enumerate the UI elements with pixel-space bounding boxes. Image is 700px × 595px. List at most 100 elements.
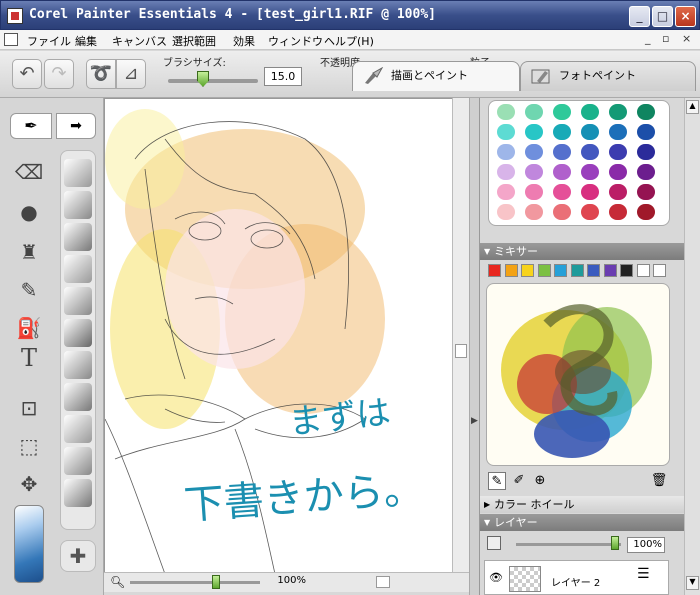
color-swatch-dot[interactable]	[609, 104, 627, 120]
color-swatch-dot[interactable]	[497, 124, 515, 140]
menu-select[interactable]: 選択範囲	[172, 33, 216, 49]
document-icon[interactable]	[4, 33, 18, 46]
collapse-arrow-icon[interactable]: ▶	[471, 416, 478, 426]
brush-size-slider-thumb[interactable]	[197, 71, 209, 87]
color-swatch-dot[interactable]	[609, 164, 627, 180]
layers-panel-header[interactable]: ▼ レイヤー	[480, 514, 684, 531]
layer-opacity-thumb[interactable]	[611, 536, 619, 550]
mixer-mini-swatch[interactable]	[554, 264, 567, 277]
brush-variant-3[interactable]	[64, 223, 92, 251]
eraser-icon[interactable]: ⌫	[14, 158, 44, 186]
color-swatch-dot[interactable]	[637, 184, 655, 200]
color-swatch-dot[interactable]	[609, 124, 627, 140]
brush-variant-4[interactable]	[64, 255, 92, 283]
color-swatch-dot[interactable]	[581, 204, 599, 220]
brush-size-input[interactable]: 15.0	[264, 67, 302, 86]
doc-close-button[interactable]: ×	[682, 32, 691, 45]
minimize-button[interactable]: _	[629, 6, 650, 27]
color-swatch-dot[interactable]	[609, 204, 627, 220]
color-swatch-dot[interactable]	[637, 204, 655, 220]
mixer-mini-swatch[interactable]	[521, 264, 534, 277]
color-swatch-dot[interactable]	[525, 124, 543, 140]
undo-button[interactable]: ↶	[12, 59, 42, 89]
brush-library-toggle[interactable]: ➡	[56, 113, 96, 139]
color-swatch-dot[interactable]	[525, 204, 543, 220]
menu-window[interactable]: ウィンドウ	[268, 33, 323, 49]
move-icon[interactable]: ✥	[14, 470, 44, 498]
canvas-vertical-scrollbar[interactable]	[452, 98, 469, 573]
mixer-mini-swatch[interactable]	[603, 264, 617, 277]
mixer-mini-swatch[interactable]	[620, 264, 633, 277]
brush-variant-2[interactable]	[64, 191, 92, 219]
color-swatch-dot[interactable]	[525, 144, 543, 160]
menu-help[interactable]: ヘルプ(H)	[324, 33, 374, 49]
drawing-canvas[interactable]: まずは 下書きから。	[104, 98, 470, 573]
mixer-mini-swatch[interactable]	[488, 264, 501, 277]
doc-restore-button[interactable]: ▫	[662, 32, 669, 45]
menu-file[interactable]: ファイル	[27, 33, 71, 49]
color-swatch-dot[interactable]	[581, 164, 599, 180]
composite-method-icon[interactable]	[487, 536, 501, 550]
color-swatch-dot[interactable]	[553, 164, 571, 180]
mixer-mini-swatch[interactable]	[504, 264, 518, 277]
hscroll-thumb[interactable]	[376, 576, 390, 588]
color-swatch-dot[interactable]	[525, 184, 543, 200]
tab-draw-and-paint[interactable]: 描画とペイント	[352, 61, 520, 91]
color-swatch-dot[interactable]	[609, 144, 627, 160]
close-button[interactable]: ×	[675, 6, 696, 27]
menu-edit[interactable]: 編集	[75, 33, 97, 49]
current-color-swatch[interactable]	[14, 505, 44, 583]
color-swatch-dot[interactable]	[581, 144, 599, 160]
eye-visibility-icon[interactable]: 👁︎	[489, 571, 503, 584]
color-swatch-dot[interactable]	[609, 184, 627, 200]
color-swatch-dot[interactable]	[553, 124, 571, 140]
freehand-stroke-button[interactable]: ➰	[86, 59, 116, 89]
brush-variant-11[interactable]	[64, 479, 92, 507]
menu-effects[interactable]: 効果	[233, 33, 255, 49]
straight-line-button[interactable]: ⊿	[116, 59, 146, 89]
panel-collapse-bar[interactable]: ▶	[469, 98, 479, 595]
color-swatch-dot[interactable]	[497, 144, 515, 160]
layer-row[interactable]: 👁︎ レイヤー 2 ☰	[484, 560, 669, 595]
layer-opacity-value[interactable]: 100%	[627, 537, 665, 553]
panels-scrollbar[interactable]: ▲ ▼	[684, 98, 700, 595]
brush-variant-8[interactable]	[64, 383, 92, 411]
brush-size-slider[interactable]	[168, 79, 258, 83]
blender-icon[interactable]: ●	[14, 198, 44, 226]
maximize-button[interactable]: □	[652, 6, 673, 27]
menu-canvas[interactable]: キャンバス	[112, 33, 167, 49]
color-swatch-dot[interactable]	[637, 104, 655, 120]
color-swatch-dot[interactable]	[525, 164, 543, 180]
mixer-mini-swatch[interactable]	[587, 264, 600, 277]
trash-icon[interactable]: 🗑︎	[650, 472, 668, 490]
brush-variant-10[interactable]	[64, 447, 92, 475]
color-swatch-dot[interactable]	[553, 144, 571, 160]
color-swatch-dot[interactable]	[497, 204, 515, 220]
brush-variant-7[interactable]	[64, 351, 92, 379]
color-swatch-dot[interactable]	[581, 104, 599, 120]
color-swatch-dot[interactable]	[637, 164, 655, 180]
color-swatch-dot[interactable]	[553, 204, 571, 220]
scroll-up-icon[interactable]: ▲	[686, 100, 699, 114]
doc-minimize-button[interactable]: _	[645, 32, 651, 45]
color-swatch-dot[interactable]	[581, 184, 599, 200]
zoom-slider-thumb[interactable]	[212, 575, 220, 589]
color-swatch-dot[interactable]	[497, 164, 515, 180]
color-swatch-dot[interactable]	[553, 104, 571, 120]
mixer-mini-swatch[interactable]	[537, 264, 551, 277]
paint-bucket-icon[interactable]: ⛽	[14, 314, 44, 342]
color-swatch-dot[interactable]	[553, 184, 571, 200]
zoom-slider[interactable]	[130, 581, 260, 584]
color-swatch-dot[interactable]	[525, 104, 543, 120]
mixer-mini-swatch[interactable]	[636, 264, 650, 277]
scroll-down-icon[interactable]: ▼	[686, 576, 699, 590]
mixer-brush-icon[interactable]: ✎	[488, 472, 506, 490]
tab-photo-paint[interactable]: フォトペイント	[520, 61, 696, 91]
mixer-mini-swatch[interactable]	[570, 264, 584, 277]
current-brush-button[interactable]: ✒	[10, 113, 52, 139]
text-tool-icon[interactable]: T	[14, 344, 44, 372]
mixer-pad[interactable]	[486, 283, 670, 466]
crop-icon[interactable]: ⊡	[14, 394, 44, 422]
brush-variant-1[interactable]	[64, 159, 92, 187]
add-brush-button[interactable]: ✚	[60, 540, 96, 572]
